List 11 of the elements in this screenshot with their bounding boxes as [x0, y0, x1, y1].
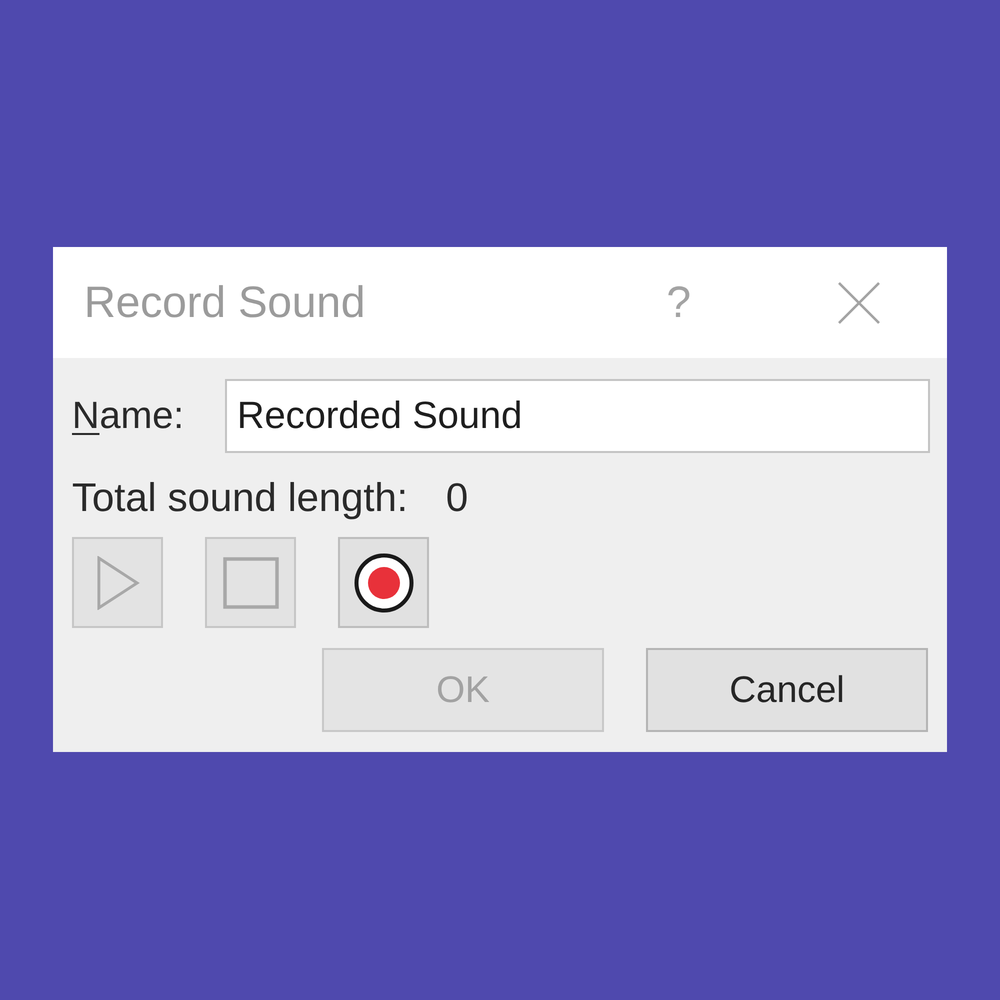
record-icon	[354, 552, 414, 612]
cancel-button[interactable]: Cancel	[646, 648, 928, 732]
close-icon[interactable]	[838, 282, 880, 324]
name-field[interactable]: Recorded Sound	[225, 379, 930, 453]
length-value: 0	[446, 476, 468, 520]
stop-icon	[222, 556, 278, 608]
play-icon	[96, 556, 140, 610]
record-button[interactable]	[338, 537, 429, 628]
dialog-title: Record Sound	[84, 276, 366, 328]
length-label: Total sound length:	[72, 476, 408, 520]
name-label: Name:	[72, 394, 185, 438]
